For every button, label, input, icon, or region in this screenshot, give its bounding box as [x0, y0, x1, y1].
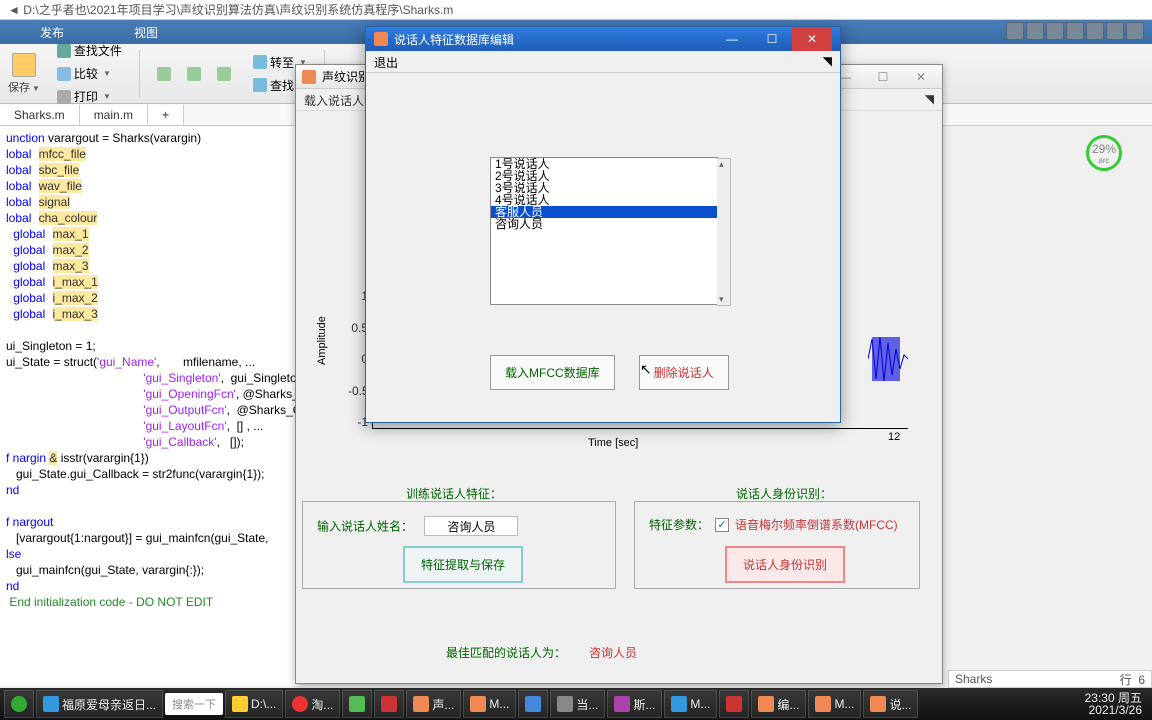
x-tick-end: 12 — [888, 431, 900, 443]
listbox-scrollbar[interactable] — [717, 158, 731, 306]
task-app[interactable]: M... — [463, 690, 516, 718]
save-label[interactable]: 保存 — [8, 79, 40, 95]
load-mfcc-button[interactable]: 载入MFCC数据库 — [490, 355, 615, 390]
tray-icon[interactable] — [1086, 22, 1104, 40]
clock[interactable]: 23:30 周五2021/3/26 — [1079, 692, 1148, 716]
x-axis-label: Time [sec] — [588, 437, 638, 449]
save-icon[interactable] — [12, 53, 36, 77]
speaker-name-input[interactable] — [424, 516, 518, 536]
tray-icon[interactable] — [1106, 22, 1124, 40]
matlab-icon — [374, 32, 388, 46]
find-file-button[interactable]: 查找文件 — [52, 39, 127, 62]
gauge-sub: arc — [1098, 156, 1109, 165]
task-app[interactable] — [342, 690, 372, 718]
matlab-icon — [302, 70, 316, 84]
menu-exit[interactable]: 退出 — [374, 54, 398, 69]
menu-corner-icon[interactable]: ◥ — [925, 92, 934, 107]
task-app[interactable]: 斯... — [607, 690, 662, 718]
path-bar: ◄ D:\之乎者也\2021年项目学习\声纹识别算法仿真\声纹识别系统仿真程序\… — [0, 0, 1152, 20]
speaker-listbox[interactable]: 1号说话人 2号说话人 3号说话人 4号说话人 客服人员 咨询人员 — [490, 157, 718, 305]
print-button[interactable]: 打印 — [52, 85, 127, 108]
save-group: 保存 — [8, 53, 40, 95]
task-app[interactable]: 声... — [406, 690, 461, 718]
task-app[interactable] — [374, 690, 404, 718]
start-button[interactable] — [4, 690, 34, 718]
delete-speaker-button[interactable]: 删除说话人 — [639, 355, 729, 390]
task-app[interactable]: 编... — [751, 690, 806, 718]
task-app[interactable] — [518, 690, 548, 718]
maximize-button[interactable]: ☐ — [868, 70, 898, 84]
task-app[interactable]: M... — [664, 690, 717, 718]
outdent-button[interactable] — [182, 64, 206, 84]
indent-button[interactable] — [152, 64, 176, 84]
file-tools: 查找文件 比较 打印 — [52, 39, 127, 108]
identify-panel: 特征参数： ✓ 语音梅尔频率倒谱系数(MFCC) 说话人身份识别 — [634, 501, 920, 589]
modal-close-button[interactable]: ✕ — [792, 27, 832, 51]
code-editor[interactable]: unction varargout = Sharks(varargin) lob… — [0, 126, 300, 686]
task-app[interactable]: 当... — [550, 690, 605, 718]
memory-gauge: 29% arc — [1086, 135, 1122, 171]
indent3-button[interactable] — [212, 64, 236, 84]
task-app[interactable] — [719, 690, 749, 718]
status-file: Sharks — [955, 672, 992, 686]
tray-icon[interactable] — [1006, 22, 1024, 40]
edit-tools — [152, 64, 236, 84]
modal-minimize-button[interactable]: — — [712, 27, 752, 51]
taskbar: 福原爱母亲返日... 搜索一下 D:\... 淘... 声... M... 当.… — [0, 688, 1152, 720]
status-bar: Sharks 行 6 — [948, 670, 1152, 688]
filetab-add[interactable]: + — [148, 105, 184, 125]
mfcc-label: 语音梅尔频率倒谱系数(MFCC) — [735, 516, 898, 533]
id-section-label: 说话人身份识别： — [736, 485, 832, 502]
train-panel: 输入说话人姓名： 特征提取与保存 — [302, 501, 616, 589]
modal-maximize-button[interactable]: ☐ — [752, 27, 792, 51]
task-app[interactable]: M... — [808, 690, 861, 718]
feature-param-label: 特征参数： — [649, 516, 709, 533]
task-ie[interactable]: 福原爱母亲返日... — [36, 690, 163, 718]
list-item[interactable]: 咨询人员 — [491, 218, 717, 230]
modal-buttons: 载入MFCC数据库 删除说话人 — [490, 355, 729, 390]
mfcc-checkbox[interactable]: ✓ — [715, 518, 729, 532]
systray-top — [1006, 22, 1144, 40]
gauge-pct: 29% — [1092, 142, 1116, 156]
modal-menu: 退出 ◥ — [366, 51, 840, 73]
database-editor-dialog: 说话人特征数据库编辑 — ☐ ✕ 退出 ◥ 1号说话人 2号说话人 3号说话人 … — [365, 26, 841, 423]
task-app[interactable]: 说... — [863, 690, 918, 718]
y-axis-label: Amplitude — [316, 316, 328, 365]
tray-icon[interactable] — [1046, 22, 1064, 40]
name-field-label: 输入说话人姓名： — [317, 520, 413, 534]
waveform-segment-2 — [868, 329, 908, 389]
tray-icon[interactable] — [1126, 22, 1144, 40]
task-app[interactable]: 淘... — [285, 690, 340, 718]
compare-button[interactable]: 比较 — [52, 62, 127, 85]
task-app[interactable]: D:\... — [225, 690, 283, 718]
result-line: 最佳匹配的说话人为： 咨询人员 — [446, 641, 637, 662]
modal-title-text: 说话人特征数据库编辑 — [394, 31, 514, 48]
close-button[interactable]: ✕ — [906, 70, 936, 84]
result-label: 最佳匹配的说话人为： — [446, 646, 566, 660]
tray-icon[interactable] — [1026, 22, 1044, 40]
menu-corner-icon[interactable]: ◥ — [823, 54, 832, 69]
file-path: D:\之乎者也\2021年项目学习\声纹识别算法仿真\声纹识别系统仿真程序\Sh… — [23, 1, 453, 18]
extract-features-button[interactable]: 特征提取与保存 — [403, 546, 523, 583]
train-section-label: 训练说话人特征： — [406, 485, 502, 502]
result-value: 咨询人员 — [589, 646, 637, 660]
tray-icon[interactable] — [1066, 22, 1084, 40]
arrow-left-icon[interactable]: ◄ — [8, 3, 20, 17]
modal-titlebar[interactable]: 说话人特征数据库编辑 — ☐ ✕ — [366, 27, 840, 51]
search-box[interactable]: 搜索一下 — [165, 693, 223, 715]
identify-button[interactable]: 说话人身份识别 — [725, 546, 845, 583]
